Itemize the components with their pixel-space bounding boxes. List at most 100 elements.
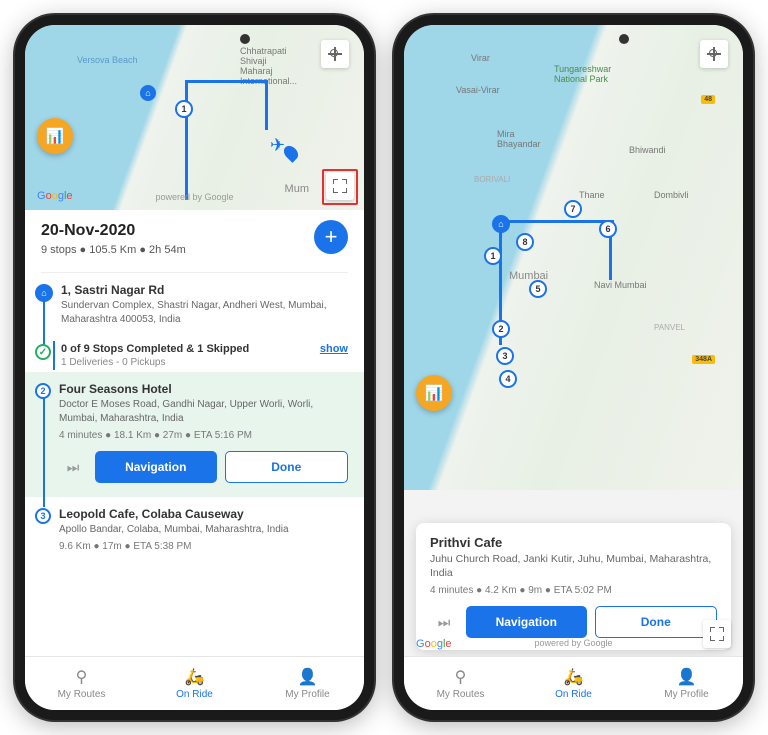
stop-title: Leopold Cafe, Colaba Causeway [59,507,348,521]
map-pin[interactable]: 6 [599,220,617,238]
map-pin[interactable]: 4 [499,370,517,388]
collapse-icon [710,627,724,641]
nav-label: On Ride [555,689,592,700]
skip-button[interactable]: ⏭ [430,606,458,638]
bottom-nav: ⚲ My Routes 🛵 On Ride 👤 My Profile [404,656,743,710]
phone-left: Versova Beach Chhatrapati Shivaji Mahara… [15,15,374,720]
check-icon: ✓ [35,344,51,360]
map-label: Virar [471,53,490,63]
active-stop[interactable]: 2 Four Seasons Hotel Doctor E Moses Road… [25,372,364,497]
profile-icon: 👤 [677,667,697,687]
crosshair-icon [328,47,342,61]
skip-button[interactable]: ⏭ [59,451,87,483]
map-label: Mira Bhayandar [497,130,541,150]
nav-onride[interactable]: 🛵 On Ride [517,657,630,710]
route-line [185,80,188,200]
stop-item[interactable]: 3 Leopold Cafe, Colaba Causeway Apollo B… [25,497,364,562]
stop-address: Doctor E Moses Road, Gandhi Nagar, Upper… [59,398,348,426]
nav-label: On Ride [176,689,213,700]
collapse-button[interactable] [703,620,731,648]
map-pin-home[interactable]: ⌂ [140,85,156,101]
stop-address: Sundervan Complex, Shastri Nagar, Andher… [61,299,348,327]
map-pin[interactable]: 3 [496,347,514,365]
map-view[interactable]: Versova Beach Chhatrapati Shivaji Mahara… [25,25,364,210]
crosshair-icon [707,47,721,61]
nav-label: My Routes [437,689,485,700]
route-date: 20-Nov-2020 [41,222,348,240]
route-content: 20-Nov-2020 9 stops ● 105.5 Km ● 2h 54m … [25,210,364,656]
add-stop-button[interactable]: + [314,220,348,254]
map-label: BORIVALI [474,175,510,184]
nav-profile[interactable]: 👤 My Profile [630,657,743,710]
routes-icon: ⚲ [76,667,88,687]
stop-number: 2 [35,383,51,399]
start-location[interactable]: ⌂ 1, Sastri Nagar Rd Sundervan Complex, … [25,273,364,337]
nav-label: My Profile [664,689,708,700]
stop-title: 1, Sastri Nagar Rd [61,283,348,297]
highlight-expand [322,169,358,205]
map-pin-1[interactable]: 1 [175,100,193,118]
stop-address: Juhu Church Road, Janki Kutir, Juhu, Mum… [430,552,717,581]
route-summary: 9 stops ● 105.5 Km ● 2h 54m [41,244,348,256]
map-pin[interactable]: 7 [564,200,582,218]
map-label-versova: Versova Beach [77,55,138,65]
map-label-mumbai: Mum [285,183,309,195]
done-button[interactable]: Done [595,606,718,638]
map-pin-home[interactable]: ⌂ [492,215,510,233]
progress-subtitle: 1 Deliveries - 0 Pickups [61,357,249,368]
stop-number: 3 [35,508,51,524]
stop-meta: 4 minutes ● 4.2 Km ● 9m ● ETA 5:02 PM [430,585,717,596]
action-row: ⏭ Navigation Done [59,451,348,483]
stats-icon: 📊 [425,384,444,402]
skip-icon: ⏭ [438,614,451,631]
route-line [265,80,268,130]
locate-button[interactable] [700,40,728,68]
nav-profile[interactable]: 👤 My Profile [251,657,364,710]
routes-icon: ⚲ [455,667,467,687]
home-icon: ⌂ [35,284,53,302]
stop-meta: 4 minutes ● 18.1 Km ● 27m ● ETA 5:16 PM [59,430,348,441]
nav-routes[interactable]: ⚲ My Routes [404,657,517,710]
map-label: Vasai-Virar [456,85,500,95]
google-attribution: Google [416,638,452,650]
scooter-icon: 🛵 [564,667,584,687]
map-pin[interactable]: 8 [516,233,534,251]
bottom-nav: ⚲ My Routes 🛵 On Ride 👤 My Profile [25,656,364,710]
screen-left: Versova Beach Chhatrapati Shivaji Mahara… [25,25,364,710]
map-fullscreen[interactable]: Virar Vasai-Virar Tungareshwar National … [404,25,743,490]
stop-meta: 9.6 Km ● 17m ● ETA 5:38 PM [59,541,348,552]
nav-routes[interactable]: ⚲ My Routes [25,657,138,710]
action-row: ⏭ Navigation Done [430,606,717,638]
done-button[interactable]: Done [225,451,349,483]
stats-button[interactable]: 📊 [37,118,73,154]
nav-onride[interactable]: 🛵 On Ride [138,657,251,710]
stop-address: Apollo Bandar, Colaba, Mumbai, Maharasht… [59,523,348,537]
route-line [185,80,265,83]
powered-attribution: powered by Google [155,192,233,202]
scooter-icon: 🛵 [185,667,205,687]
skip-icon: ⏭ [67,459,80,476]
stop-title: Prithvi Cafe [430,535,717,550]
current-stop-card: Prithvi Cafe Juhu Church Road, Janki Kut… [416,523,731,650]
locate-button[interactable] [321,40,349,68]
powered-attribution: powered by Google [534,638,612,648]
progress-row: ✓ 0 of 9 Stops Completed & 1 Skipped 1 D… [25,337,364,372]
screen-right: Virar Vasai-Virar Tungareshwar National … [404,25,743,710]
map-label: Bhiwandi [629,145,666,155]
map-pin[interactable]: 5 [529,280,547,298]
stop-title: Four Seasons Hotel [59,382,348,396]
road-badge: 48 [701,95,715,104]
profile-icon: 👤 [298,667,318,687]
map-label: Tungareshwar National Park [554,65,611,85]
stats-icon: 📊 [46,127,65,145]
navigation-button[interactable]: Navigation [95,451,217,483]
navigation-button[interactable]: Navigation [466,606,587,638]
stats-button[interactable]: 📊 [416,375,452,411]
map-label: Dombivli [654,190,689,200]
google-attribution: Google [37,190,73,202]
map-pin[interactable]: 2 [492,320,510,338]
nav-label: My Profile [285,689,329,700]
show-link[interactable]: show [320,343,348,355]
map-label: PANVEL [654,323,685,332]
map-pin[interactable]: 1 [484,247,502,265]
